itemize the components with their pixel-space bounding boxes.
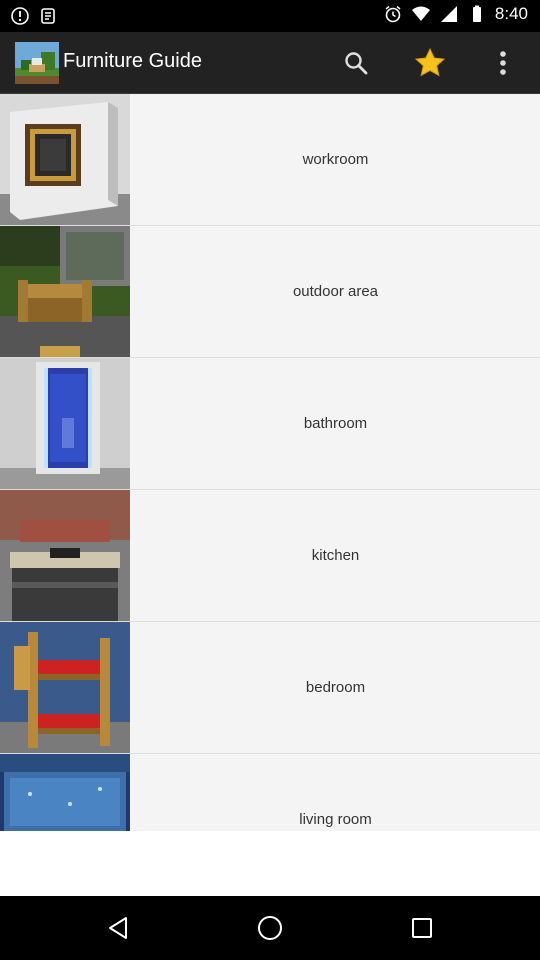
app-bar: Furniture Guide bbox=[0, 32, 540, 94]
category-list: workroom outdoor area bathroom kitchen b… bbox=[0, 94, 540, 831]
home-icon bbox=[258, 916, 282, 940]
bedroom-thumbnail bbox=[0, 622, 130, 753]
favorites-button[interactable] bbox=[408, 41, 452, 85]
app-title: Furniture Guide bbox=[63, 50, 202, 72]
back-icon bbox=[109, 917, 127, 939]
wifi-icon bbox=[411, 6, 430, 21]
more-options-button[interactable] bbox=[481, 41, 525, 85]
kitchen-thumbnail bbox=[0, 490, 130, 621]
list-item-kitchen[interactable]: kitchen bbox=[0, 490, 540, 622]
list-item-label: living room bbox=[299, 811, 372, 828]
list-item-label: bathroom bbox=[303, 415, 368, 432]
search-button[interactable] bbox=[334, 41, 378, 85]
living-room-thumbnail bbox=[0, 754, 130, 831]
workroom-thumbnail bbox=[0, 94, 130, 225]
battery-icon bbox=[472, 5, 481, 22]
more-vert-icon bbox=[500, 51, 506, 75]
list-item-label: outdoor area bbox=[292, 283, 379, 300]
navigation-bar bbox=[0, 896, 540, 960]
status-notifications bbox=[10, 6, 58, 26]
back-button[interactable] bbox=[88, 908, 148, 948]
list-item-bedroom[interactable]: bedroom bbox=[0, 622, 540, 754]
star-icon bbox=[414, 47, 446, 77]
list-item-label: workroom bbox=[302, 151, 369, 168]
list-item-outdoor-area[interactable]: outdoor area bbox=[0, 226, 540, 358]
alarm-icon bbox=[385, 5, 401, 23]
notification-icon bbox=[11, 7, 29, 25]
outdoor-area-thumbnail bbox=[0, 226, 130, 357]
search-icon bbox=[345, 52, 368, 75]
home-button[interactable] bbox=[240, 908, 300, 948]
list-item-label: bedroom bbox=[305, 679, 366, 696]
list-item-living-room[interactable]: living room bbox=[0, 754, 540, 831]
bathroom-thumbnail bbox=[0, 358, 130, 489]
status-system: 8:40 bbox=[383, 4, 528, 24]
app-logo-icon bbox=[15, 42, 59, 84]
notification-icon bbox=[41, 8, 55, 24]
list-item-bathroom[interactable]: bathroom bbox=[0, 358, 540, 490]
status-time: 8:40 bbox=[494, 4, 528, 23]
list-item-workroom[interactable]: workroom bbox=[0, 94, 540, 226]
status-bar: 8:40 bbox=[0, 0, 540, 32]
list-item-label: kitchen bbox=[311, 547, 360, 564]
signal-icon bbox=[440, 6, 457, 22]
recents-icon bbox=[412, 918, 432, 938]
recents-button[interactable] bbox=[392, 908, 452, 948]
